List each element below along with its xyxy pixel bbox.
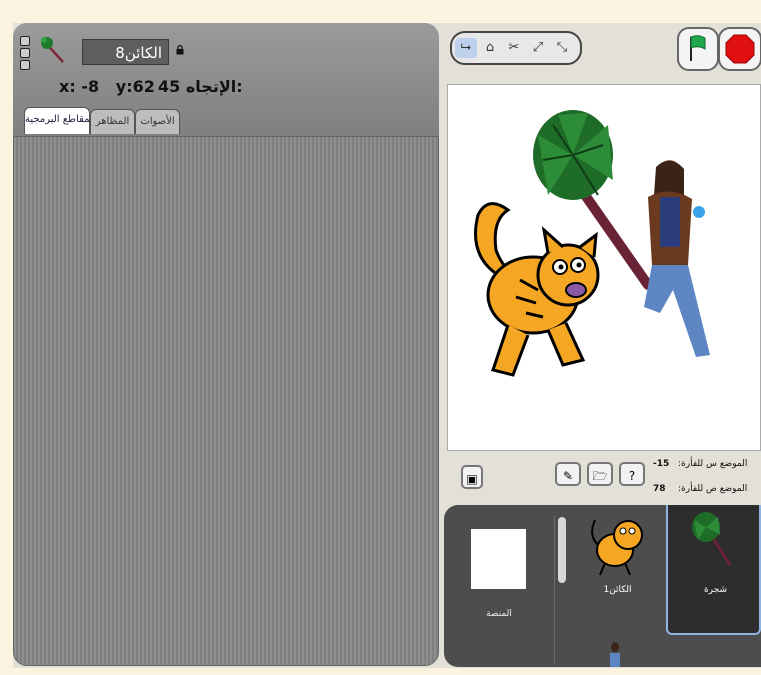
stop-button[interactable] [718,27,761,71]
sprite-direction: 45 الإتجاه: [158,77,243,96]
x-label: x: [59,77,76,96]
sprite-thumbnail [41,37,64,63]
pointer-icon[interactable]: ⮡ [455,38,477,58]
green-flag-button[interactable] [677,27,719,71]
cat-thumbnail-icon [591,519,643,576]
tree-thumbnail-icon [692,512,732,566]
sprite-tools-toolbar: ⮡ ⌂ ✂ ⤢ ⤡ [450,31,582,65]
sprite-tile-tree[interactable]: شجرة [666,505,761,635]
lock-icon[interactable] [176,45,184,55]
y-label: y: [115,77,133,96]
cat-sprite[interactable] [474,202,600,377]
stage[interactable] [447,84,761,451]
divider [554,515,555,665]
tab-costumes[interactable]: المظاهر [90,109,135,134]
scissors-icon[interactable]: ✂ [503,38,525,58]
stage-thumbnail[interactable] [471,529,526,589]
surprise-sprite-button[interactable]: ? [619,462,645,486]
sprite-list-panel: المنصة الكائن1 شجرة [444,505,761,667]
sprite-name-field[interactable]: الكائن8 [82,39,169,65]
sprite-tile-label: شجرة [703,585,728,595]
person-sprite[interactable] [644,160,710,357]
person-thumbnail-icon[interactable] [608,641,622,667]
direction-value: 45 [158,77,181,96]
grow-icon[interactable]: ⤢ [527,38,549,58]
rotate-none-icon[interactable] [20,60,30,70]
stamp-icon[interactable]: ⌂ [479,38,501,58]
rotation-style-buttons[interactable] [20,36,30,72]
mouse-x-value: -15 [653,459,670,469]
x-value: -8 [81,77,100,96]
mouse-y-value: 78 [653,484,666,494]
sprite-tile-cat[interactable]: الكائن1 [570,505,665,635]
mouse-x-label: الموضع س للفأرة: [678,459,748,469]
choose-sprite-file-button[interactable]: 🗁 [587,462,613,486]
tab-scripts[interactable]: المقاطع البرمجية [24,107,96,134]
green-flag-icon [690,35,706,61]
shrink-icon[interactable]: ⤡ [551,38,573,58]
paint-new-sprite-button[interactable]: ✎ [555,462,581,486]
rotate-full-icon[interactable] [20,36,30,46]
mouse-y-label: الموضع ص للفأرة: [678,484,748,494]
presentation-mode-button[interactable]: ▣ [461,465,483,489]
sprite-tile-label: الكائن1 [603,585,632,595]
rotate-flip-icon[interactable] [20,48,30,58]
direction-label: الإتجاه: [185,77,243,96]
stop-icon [725,34,755,64]
tab-sounds[interactable]: الأصوات [135,109,180,134]
y-value: 62 [132,77,155,96]
sprite-coordinates: x: -8 y:62 [59,77,155,96]
scrollbar[interactable] [558,517,566,583]
stage-label: المنصة [486,609,512,619]
stage-canvas [474,110,710,377]
scripts-area[interactable] [13,136,439,666]
